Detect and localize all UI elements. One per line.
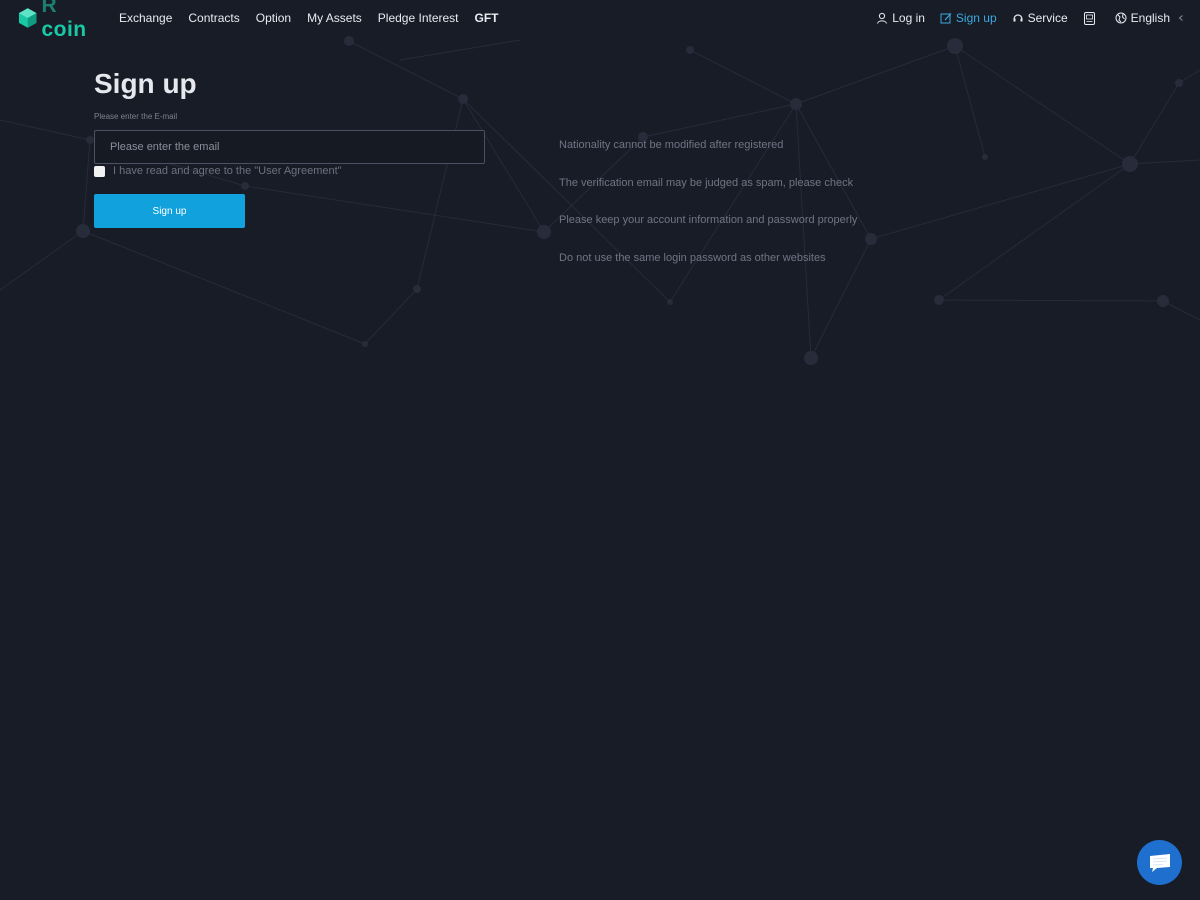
agreement-row: I have read and agree to the "User Agree… (94, 165, 342, 177)
nav-option[interactable]: Option (256, 0, 291, 36)
logo[interactable]: R coin (17, 0, 107, 41)
rcoin-logo-icon (18, 8, 37, 28)
login-link[interactable]: Log in (876, 11, 925, 25)
tip-item: Nationality cannot be modified after reg… (559, 139, 784, 151)
logo-text: R coin (41, 0, 107, 42)
nav-contracts[interactable]: Contracts (188, 0, 239, 36)
email-input[interactable] (94, 130, 485, 164)
signup-link[interactable]: Sign up (940, 11, 997, 25)
chat-bubble-icon (1149, 853, 1170, 872)
signup-label: Sign up (955, 11, 997, 25)
nav-pledge-interest[interactable]: Pledge Interest (378, 0, 459, 36)
chevron-left-icon (1178, 15, 1183, 21)
service-label: Service (1027, 11, 1068, 25)
email-label: Please enter the E-mail (94, 112, 178, 121)
app-download-button[interactable] (1083, 11, 1100, 25)
language-selector[interactable]: English (1115, 11, 1186, 25)
nav-gft[interactable]: GFT (475, 0, 499, 36)
agreement-checkbox[interactable] (94, 165, 105, 177)
logo-letter: R (41, 0, 58, 17)
login-label: Log in (892, 11, 925, 25)
headset-icon (1013, 14, 1023, 22)
nav-my-assets[interactable]: My Assets (307, 0, 362, 36)
tip-item: Do not use the same login password as ot… (559, 251, 826, 264)
language-label: English (1130, 11, 1170, 25)
signup-button[interactable]: Sign up (94, 194, 245, 228)
user-icon (877, 12, 888, 24)
main-nav: Exchange Contracts Option My Assets Pled… (119, 0, 515, 36)
nav-exchange[interactable]: Exchange (119, 0, 172, 36)
chat-button[interactable] (1137, 840, 1182, 885)
tip-item: The verification email may be judged as … (559, 176, 854, 189)
agreement-text[interactable]: I have read and agree to the "User Agree… (113, 165, 342, 177)
tip-item: Please keep your account information and… (559, 214, 858, 226)
app-download-icon (1083, 11, 1095, 25)
service-link[interactable]: Service (1012, 11, 1068, 25)
globe-icon (1115, 12, 1127, 24)
page-title: Sign up (94, 68, 197, 99)
logo-name: coin (41, 18, 87, 41)
edit-icon (940, 13, 952, 24)
tips-list: Nationality cannot be modified after reg… (559, 139, 857, 289)
account-nav: Log in Sign up Service English (861, 0, 1186, 36)
top-navigation-bar: R coin Exchange Contracts Option My Asse… (0, 0, 1200, 41)
